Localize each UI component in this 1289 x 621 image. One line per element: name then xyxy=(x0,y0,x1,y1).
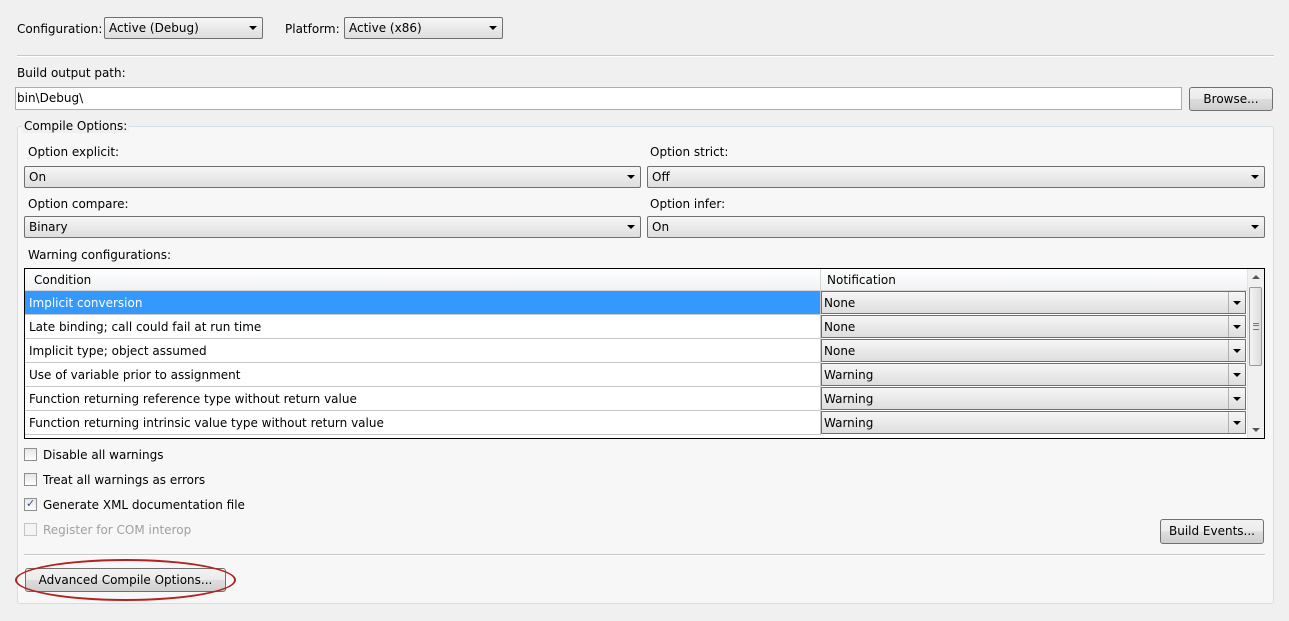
register-com-interop-label: Register for COM interop xyxy=(43,523,192,537)
option-infer-value: On xyxy=(652,220,670,234)
condition-cell[interactable]: Implicit conversion xyxy=(25,291,821,315)
chevron-down-icon xyxy=(1233,421,1241,425)
bottom-divider xyxy=(24,554,1265,556)
platform-select[interactable]: Active (x86) xyxy=(344,17,503,39)
check-icon: ✓ xyxy=(26,497,36,510)
platform-label: Platform: xyxy=(285,22,340,36)
condition-cell[interactable]: Function returning reference type withou… xyxy=(25,387,821,411)
generate-xml-doc-label[interactable]: Generate XML documentation file xyxy=(43,498,245,512)
option-explicit-label: Option explicit: xyxy=(28,145,120,159)
browse-button[interactable]: Browse... xyxy=(1189,87,1273,111)
top-divider xyxy=(17,55,1274,57)
condition-cell[interactable]: Use of variable prior to assignment xyxy=(25,363,821,387)
scroll-down-icon[interactable] xyxy=(1252,428,1260,432)
chevron-down-icon xyxy=(1233,397,1241,401)
generate-xml-doc-checkbox[interactable]: ✓ xyxy=(24,497,37,511)
option-infer-label: Option infer: xyxy=(650,197,726,211)
table-row[interactable]: Implicit type; object assumed None xyxy=(25,339,1248,363)
notification-select[interactable]: Warning xyxy=(821,363,1246,386)
chevron-down-icon xyxy=(1233,325,1241,329)
configuration-select[interactable]: Active (Debug) xyxy=(104,17,263,39)
treat-warnings-as-errors-label[interactable]: Treat all warnings as errors xyxy=(43,473,205,487)
grip-icon xyxy=(1253,323,1259,330)
option-compare-select[interactable]: Binary xyxy=(24,216,641,238)
notification-select[interactable]: None xyxy=(821,291,1246,314)
configuration-value: Active (Debug) xyxy=(109,21,199,35)
treat-warnings-as-errors-checkbox[interactable] xyxy=(24,473,37,486)
table-row[interactable]: Function returning reference type withou… xyxy=(25,387,1248,411)
disable-all-warnings-checkbox[interactable] xyxy=(24,448,37,461)
chevron-down-icon xyxy=(627,225,635,229)
option-explicit-select[interactable]: On xyxy=(24,166,641,188)
condition-cell[interactable]: Function returning intrinsic value type … xyxy=(25,411,821,435)
chevron-down-icon xyxy=(1251,225,1259,229)
grid-scrollbar[interactable] xyxy=(1247,269,1264,438)
option-explicit-value: On xyxy=(29,170,47,184)
configuration-label: Configuration: xyxy=(17,22,103,36)
platform-value: Active (x86) xyxy=(349,21,422,35)
register-com-interop-checkbox xyxy=(24,523,37,536)
notification-select[interactable]: Warning xyxy=(821,387,1246,410)
table-row[interactable]: Use of variable prior to assignment Warn… xyxy=(25,363,1248,387)
output-path-input[interactable]: bin\Debug\ xyxy=(15,87,1182,110)
option-strict-select[interactable]: Off xyxy=(647,166,1265,188)
chevron-down-icon xyxy=(1251,175,1259,179)
notification-select[interactable]: None xyxy=(821,339,1246,362)
option-strict-label: Option strict: xyxy=(650,145,729,159)
grid-header: Condition Notification xyxy=(25,269,1248,291)
build-events-button[interactable]: Build Events... xyxy=(1160,519,1264,544)
chevron-down-icon xyxy=(249,26,257,30)
column-divider[interactable] xyxy=(820,269,821,290)
notification-select[interactable]: None xyxy=(821,315,1246,338)
chevron-down-icon xyxy=(627,175,635,179)
warning-grid[interactable]: Condition Notification Implicit conversi… xyxy=(24,268,1265,439)
chevron-down-icon xyxy=(1233,301,1241,305)
scroll-up-icon[interactable] xyxy=(1252,275,1260,279)
option-strict-value: Off xyxy=(652,170,670,184)
compile-options-label: Compile Options: xyxy=(22,119,130,133)
column-header-notification[interactable]: Notification xyxy=(827,273,896,287)
option-infer-select[interactable]: On xyxy=(647,216,1265,238)
condition-cell[interactable]: Late binding; call could fail at run tim… xyxy=(25,315,821,339)
option-compare-value: Binary xyxy=(29,220,68,234)
table-row[interactable]: Implicit conversion None xyxy=(25,291,1248,315)
scroll-thumb[interactable] xyxy=(1249,287,1262,366)
table-row[interactable]: Late binding; call could fail at run tim… xyxy=(25,315,1248,339)
condition-cell[interactable]: Implicit type; object assumed xyxy=(25,339,821,363)
disable-all-warnings-label[interactable]: Disable all warnings xyxy=(43,448,163,462)
output-path-label: Build output path: xyxy=(17,66,126,80)
chevron-down-icon xyxy=(1233,349,1241,353)
column-header-condition[interactable]: Condition xyxy=(34,273,91,287)
warning-configurations-label: Warning configurations: xyxy=(28,248,172,262)
chevron-down-icon xyxy=(1233,373,1241,377)
table-row[interactable]: Function returning intrinsic value type … xyxy=(25,411,1248,435)
notification-select[interactable]: Warning xyxy=(821,411,1246,434)
chevron-down-icon xyxy=(489,26,497,30)
output-path-value: bin\Debug\ xyxy=(17,91,84,105)
highlight-ring xyxy=(15,559,236,601)
option-compare-label: Option compare: xyxy=(28,197,129,211)
